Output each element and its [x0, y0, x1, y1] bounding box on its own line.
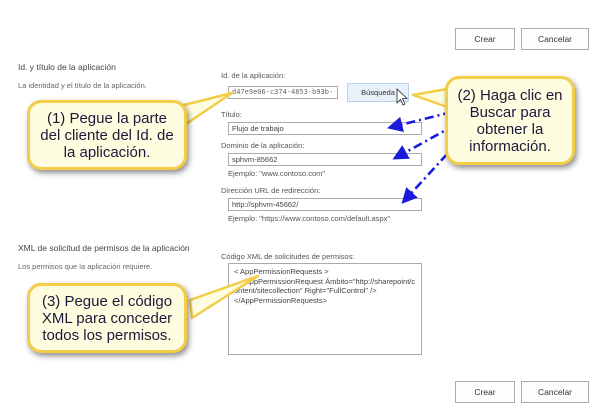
callout-paste-client-id: (1) Pegue la parte del cliente del Id. d…: [27, 100, 187, 170]
create-button-bottom[interactable]: Crear: [455, 381, 515, 403]
app-section-description: La identidad y el título de la aplicació…: [18, 81, 147, 90]
cancel-button-top[interactable]: Cancelar: [521, 28, 589, 50]
create-button-top[interactable]: Crear: [455, 28, 515, 50]
callout-paste-xml: (3) Pegue el código XML para conceder to…: [27, 283, 187, 353]
cancel-button-bottom[interactable]: Cancelar: [521, 381, 589, 403]
app-section-title: Id. y título de la aplicación: [18, 62, 116, 72]
app-id-label: Id. de la aplicación:: [221, 71, 286, 80]
lookup-button-label: Búsqueda: [361, 88, 395, 97]
title-label: Título:: [221, 110, 242, 119]
domain-hint: Ejemplo: "www.contoso.com": [228, 169, 326, 178]
callout-paste-xml-text: (3) Pegue el código XML para conceder to…: [41, 292, 173, 344]
domain-label: Dominio de la aplicación:: [221, 141, 305, 150]
permissions-section-description: Los permisos que la aplicación requiere.: [18, 262, 153, 271]
callout-click-lookup: (2) Haga clic en Buscar para obtener la …: [445, 76, 575, 165]
lookup-button[interactable]: Búsqueda: [347, 83, 409, 102]
app-id-input[interactable]: d47e9e06-c374-4853-b93b-: [228, 86, 338, 99]
domain-input[interactable]: sphvm-85662: [228, 153, 422, 166]
redirect-url-hint: Ejemplo: "https://www.contoso.com/defaul…: [228, 214, 391, 223]
callout-click-lookup-text: (2) Haga clic en Buscar para obtener la …: [457, 86, 563, 155]
permissions-section-title: XML de solicitud de permisos de la aplic…: [18, 243, 190, 253]
title-input[interactable]: Flujo de trabajo: [228, 122, 422, 135]
callout-paste-client-id-text: (1) Pegue la parte del cliente del Id. d…: [40, 109, 174, 161]
redirect-url-input[interactable]: http://sphvm-45662/: [228, 198, 422, 211]
xml-textarea[interactable]: < AppPermissionRequests > <AppPermission…: [228, 263, 422, 355]
redirect-url-label: Dirección URL de redirección:: [221, 186, 321, 195]
xml-label: Código XML de solicitudes de permisos:: [221, 252, 355, 261]
